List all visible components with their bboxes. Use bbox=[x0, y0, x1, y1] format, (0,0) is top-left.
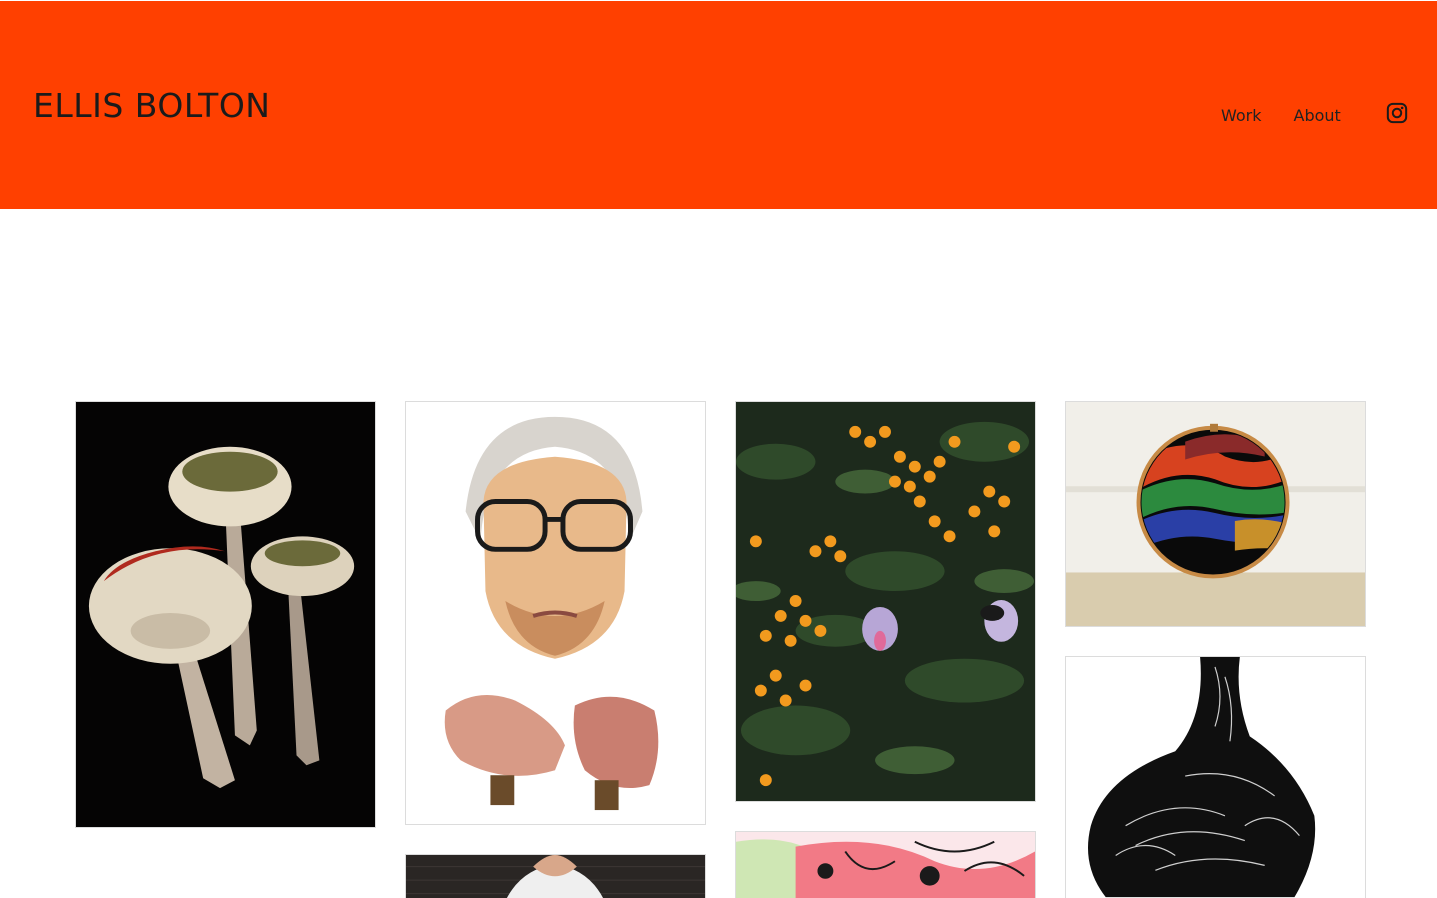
abstract-image bbox=[736, 832, 1035, 898]
gallery-item-portrait[interactable] bbox=[405, 401, 706, 825]
instagram-icon[interactable] bbox=[1386, 102, 1408, 124]
embroidery-hoop-image bbox=[1066, 402, 1365, 626]
ink-drawing-image bbox=[1066, 657, 1365, 898]
nav-about-link[interactable]: About bbox=[1294, 106, 1341, 125]
gallery-item-abstract[interactable] bbox=[735, 831, 1036, 898]
gallery-item-mushrooms[interactable] bbox=[75, 401, 376, 828]
berries-image bbox=[736, 402, 1035, 801]
gallery-item-hoop[interactable] bbox=[1065, 401, 1366, 627]
gallery-item-berries[interactable] bbox=[735, 401, 1036, 802]
gallery-item-ink[interactable] bbox=[1065, 656, 1366, 898]
nav-work-link[interactable]: Work bbox=[1221, 106, 1262, 125]
gallery-item-person[interactable] bbox=[405, 854, 706, 898]
mushrooms-image bbox=[76, 402, 375, 827]
site-header: ELLIS BOLTON Work About bbox=[0, 1, 1437, 209]
main-nav: Work About bbox=[1221, 106, 1341, 125]
portrait-image bbox=[406, 402, 705, 824]
person-image bbox=[406, 855, 705, 898]
site-title-link[interactable]: ELLIS BOLTON bbox=[33, 86, 270, 125]
